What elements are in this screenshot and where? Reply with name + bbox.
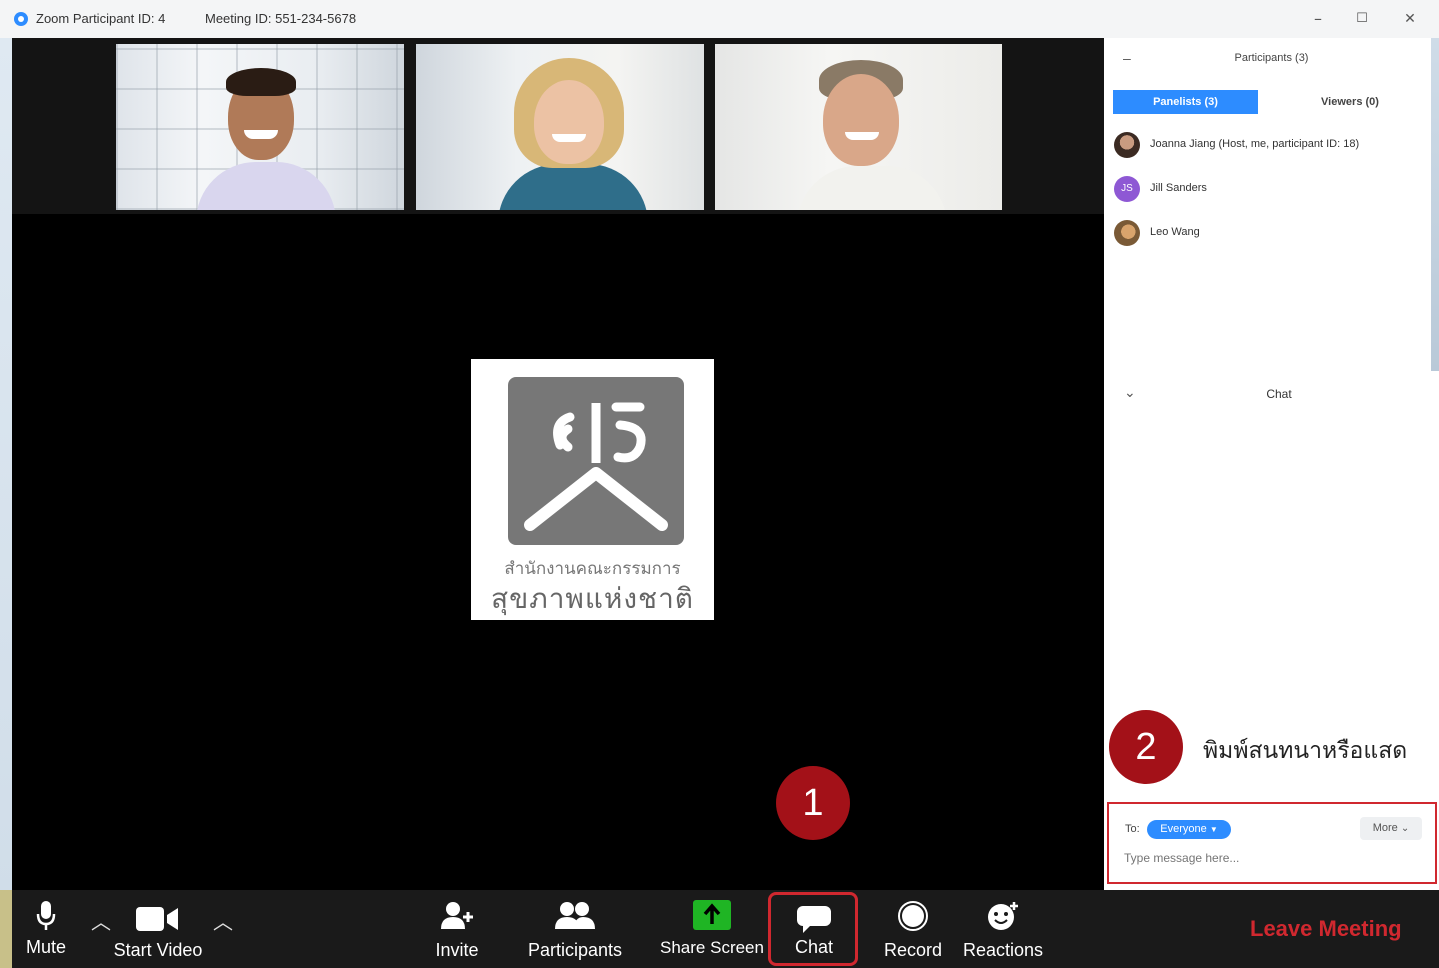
- participant-row[interactable]: Leo Wang: [1114, 220, 1434, 248]
- mute-button[interactable]: Mute: [22, 890, 70, 968]
- share-screen-icon: [693, 900, 731, 935]
- participants-panel: [1104, 38, 1431, 371]
- participant-row[interactable]: Joanna Jiang (Host, me, participant ID: …: [1114, 132, 1434, 160]
- organization-logo-card: สำนักงานคณะกรรมการ สุขภาพแห่งชาติ: [471, 359, 714, 620]
- participant-name: Jill Sanders: [1150, 182, 1207, 194]
- leave-meeting-button[interactable]: Leave Meeting: [1250, 916, 1402, 942]
- participant-name: Leo Wang: [1150, 226, 1200, 238]
- window-title: Zoom Participant ID: 4: [36, 11, 166, 26]
- video-thumbnail-1[interactable]: [116, 44, 404, 210]
- chat-title: Chat: [1266, 387, 1292, 401]
- participant-name: Joanna Jiang (Host, me, participant ID: …: [1150, 138, 1360, 150]
- step-badge-2: 2: [1109, 710, 1183, 784]
- window-title-bar: Zoom Participant ID: 4 Meeting ID: 551-2…: [0, 0, 1439, 38]
- more-label: More: [1372, 822, 1398, 834]
- tab-panelists[interactable]: Panelists (3): [1113, 90, 1258, 114]
- close-button[interactable]: ✕: [1398, 8, 1422, 30]
- add-user-icon: [441, 900, 473, 935]
- recipient-dropdown[interactable]: Everyone ▼: [1147, 820, 1231, 839]
- record-icon: [897, 900, 929, 937]
- maximize-button[interactable]: ☐: [1350, 8, 1374, 30]
- avatar: [1114, 220, 1140, 246]
- invite-label: Invite: [435, 940, 479, 960]
- chat-button-highlight: [768, 892, 858, 966]
- start-video-label: Start Video: [113, 940, 203, 960]
- organization-emblem-icon: [508, 377, 684, 545]
- avatar: JS: [1114, 176, 1140, 202]
- emoji-add-icon: [986, 900, 1020, 937]
- participants-label: Participants: [527, 940, 623, 960]
- chat-message-input[interactable]: [1124, 848, 1414, 868]
- record-button[interactable]: Record: [878, 890, 948, 968]
- organization-name-line2: สุขภาพแห่งชาติ: [491, 583, 694, 614]
- chat-compose-box: [1107, 802, 1437, 884]
- step-badge-1: 1: [776, 766, 850, 840]
- mute-label: Mute: [25, 937, 67, 957]
- zoom-logo-icon: [14, 12, 28, 26]
- participant-row[interactable]: JS Jill Sanders: [1114, 176, 1434, 204]
- start-video-button[interactable]: Start Video: [110, 890, 206, 968]
- background-strip-right: [1431, 38, 1439, 371]
- avatar: [1114, 132, 1140, 158]
- reactions-button[interactable]: Reactions: [960, 890, 1046, 968]
- microphone-icon: [36, 900, 56, 937]
- chevron-down-icon: ⌄: [1400, 823, 1410, 834]
- to-label: To:: [1125, 823, 1140, 835]
- audio-options-caret-icon[interactable]: ︿: [91, 906, 111, 935]
- background-strip: [0, 890, 12, 968]
- participants-button[interactable]: Participants: [522, 890, 628, 968]
- instruction-note: พิมพ์สนทนาหรือแสด: [1203, 738, 1408, 764]
- invite-button[interactable]: Invite: [425, 890, 489, 968]
- participants-title: Participants (3): [1234, 52, 1309, 64]
- share-screen-button[interactable]: Share Screen: [660, 890, 764, 968]
- video-options-caret-icon[interactable]: ︿: [213, 906, 233, 935]
- video-camera-icon: [136, 906, 180, 937]
- record-label: Record: [883, 940, 943, 960]
- meeting-id: Meeting ID: 551-234-5678: [205, 11, 357, 26]
- minimize-button[interactable]: –: [1306, 8, 1330, 30]
- video-thumbnail-3[interactable]: [715, 44, 1002, 210]
- more-button[interactable]: More ⌄: [1360, 817, 1422, 840]
- caret-down-icon: ▼: [1209, 825, 1218, 834]
- share-screen-label: Share Screen: [660, 938, 764, 957]
- participants-icon: [555, 900, 595, 935]
- tab-viewers[interactable]: Viewers (0): [1290, 90, 1410, 114]
- reactions-label: Reactions: [962, 940, 1044, 960]
- background-strip: [0, 38, 12, 968]
- video-thumbnail-2[interactable]: [416, 44, 704, 210]
- recipient-label: Everyone: [1160, 823, 1207, 835]
